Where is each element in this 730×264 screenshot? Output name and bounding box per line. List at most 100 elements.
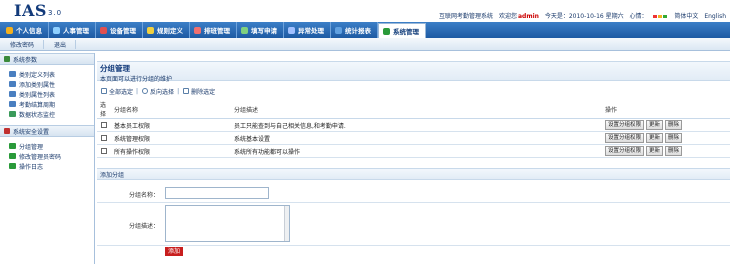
lang-english-link[interactable]: English [704,13,726,20]
sidebar: 系统参数 类别定义列表 添加类别属性 类别属性列表 考勤结算周期 数据状态监控 … [0,53,95,264]
mood-icons[interactable] [653,13,668,20]
nav-label: 人事管理 [63,27,89,35]
select-all-button[interactable]: 全部选定 [97,87,136,96]
delete-icon [183,88,190,94]
top-nav: 个人信息 人事管理 设备管理 规则定义 排班管理 填写申请 异常处理 统计报表 … [0,22,730,38]
nav-statistics-report[interactable]: 统计报表 [331,22,378,38]
header-info: 互联网考勤管理系统 欢迎您admin 今天是：2010-10-16 星期六 心情… [435,11,726,20]
add-button[interactable]: 添加 [165,247,184,256]
sidebar-item-label: 类别定义列表 [19,71,56,79]
group-desc-cell: 系统基本设置 [231,131,602,145]
sub-nav: 修改密码 退出 [0,38,730,51]
sidebar-section-security[interactable]: 系统安全设置 [0,125,94,137]
sidebar-item-label: 考勤结算周期 [19,101,56,109]
nav-personal-info[interactable]: 个人信息 [2,22,49,38]
clock-icon [9,101,16,107]
lang-chinese-link[interactable]: 简体中文 [674,13,698,20]
sidebar-item-label: 添加类别属性 [19,81,56,89]
form-divider [97,245,730,246]
invert-select-label: 反向选择 [150,88,175,96]
sidebar-item-category-list[interactable]: 类别定义列表 [0,69,94,79]
row-checkbox[interactable] [101,148,107,154]
app-header: IAS 3.0 互联网考勤管理系统 欢迎您admin 今天是：2010-10-1… [0,0,730,22]
group-table: 选择 分组名称 分组描述 操作 基本员工权限 员工只能查到与自己相关信息,和考勤… [97,100,730,158]
delete-button[interactable]: 删除 [665,133,683,143]
sidebar-item-data-monitor[interactable]: 数据状态监控 [0,109,94,119]
logo: IAS [14,1,47,20]
nav-label: 个人信息 [16,27,42,35]
nav-device-management[interactable]: 设备管理 [96,22,143,38]
change-password-link[interactable]: 修改密码 [0,39,45,49]
system-name: 互联网考勤管理系统 [439,13,494,20]
system-icon [383,27,390,35]
report-icon [335,26,342,34]
nav-fill-application[interactable]: 填写申请 [237,22,284,38]
list-icon [9,91,16,97]
table-row: 所有操作权限 系统所有功能都可以操作 设置分组权限 更新 删除 [97,144,730,158]
delete-selected-button[interactable]: 删除选定 [179,87,218,96]
set-permission-button[interactable]: 设置分组权限 [605,146,645,156]
warning-icon [288,26,295,34]
group-name-input[interactable] [165,187,269,199]
sidebar-item-change-admin-password[interactable]: 修改管理员密码 [0,151,94,161]
scrollbar[interactable] [284,206,289,241]
column-header: 选择 [97,100,111,119]
sidebar-item-settlement-period[interactable]: 考勤结算周期 [0,99,94,109]
sidebar-item-category-attr-list[interactable]: 类别属性列表 [0,89,94,99]
logo-version: 3.0 [48,9,63,17]
nav-shift-management[interactable]: 排班管理 [190,22,237,38]
nav-label: 异常处理 [298,27,324,35]
group-desc-cell: 员工只能查到与自己相关信息,和考勤申请. [231,118,602,132]
group-name-cell: 所有操作权限 [111,144,231,158]
group-desc-textarea[interactable] [165,205,290,242]
form-title: 添加分组 [97,168,730,180]
column-header: 操作 [602,100,730,119]
page-header: 分组管理 本页面可以进行分组的维护 [97,61,730,83]
person-icon [6,26,13,34]
operations-cell: 设置分组权限 更新 删除 [602,118,730,132]
sidebar-item-label: 数据状态监控 [19,111,56,119]
monitor-icon [9,111,16,117]
shield-icon [4,128,10,134]
delete-button[interactable]: 删除 [665,120,683,130]
group-icon [9,143,16,149]
row-checkbox[interactable] [101,122,107,128]
sidebar-item-label: 操作日志 [19,163,44,171]
nav-rule-definition[interactable]: 规则定义 [143,22,190,38]
mood-yellow-icon[interactable] [658,15,663,18]
mood-green-icon[interactable] [663,15,668,18]
calendar-icon [194,26,201,34]
page-title: 分组管理 [100,64,130,73]
update-button[interactable]: 更新 [646,120,664,130]
mood-label: 心情： [629,13,648,20]
username: admin [517,13,539,20]
table-row: 系统管理权限 系统基本设置 设置分组权限 更新 删除 [97,131,730,145]
group-desc-label: 分组描述： [128,223,159,230]
sidebar-item-add-category-attr[interactable]: 添加类别属性 [0,79,94,89]
nav-system-management[interactable]: 系统管理 [378,23,426,38]
update-button[interactable]: 更新 [646,146,664,156]
mood-red-icon[interactable] [653,15,658,18]
sidebar-item-group-management[interactable]: 分组管理 [0,141,94,151]
device-icon [100,26,107,34]
row-checkbox[interactable] [101,135,107,141]
date-text: 今天是：2010-10-16 星期六 [544,13,624,20]
column-header: 分组描述 [231,100,602,119]
delete-button[interactable]: 删除 [665,146,683,156]
set-permission-button[interactable]: 设置分组权限 [605,133,645,143]
edit-icon [241,26,248,34]
nav-exception-handling[interactable]: 异常处理 [284,22,331,38]
nav-label: 统计报表 [345,27,371,35]
nav-hr-management[interactable]: 人事管理 [49,22,96,38]
nav-label: 系统管理 [393,28,419,36]
add-icon [9,81,16,87]
set-permission-button[interactable]: 设置分组权限 [605,120,645,130]
table-header-row: 选择 分组名称 分组描述 操作 [97,100,730,119]
logout-link[interactable]: 退出 [44,39,77,49]
invert-select-button[interactable]: 反向选择 [138,87,177,96]
update-button[interactable]: 更新 [646,133,664,143]
nav-label: 填写申请 [251,27,277,35]
select-all-label: 全部选定 [109,88,134,96]
sidebar-item-operation-log[interactable]: 操作日志 [0,161,94,171]
sidebar-section-system-params[interactable]: 系统参数 [0,53,94,65]
